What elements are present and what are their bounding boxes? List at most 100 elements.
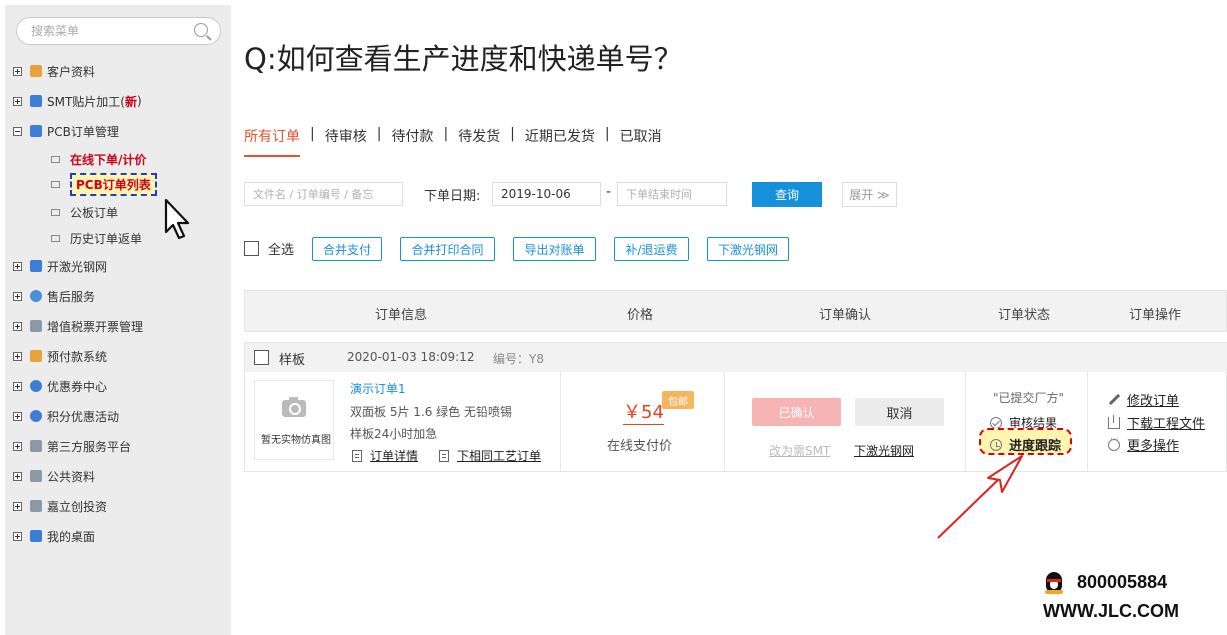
sidebar-item-label: 预付款系统 (47, 349, 108, 364)
expand-icon[interactable] (13, 501, 22, 511)
tab-recently-shipped[interactable]: 近期已发货 (525, 126, 595, 157)
menu-search-box[interactable] (16, 17, 221, 45)
more-icon (1108, 435, 1120, 451)
tab-cancelled[interactable]: 已取消 (620, 126, 662, 157)
sidebar-item-third-party[interactable]: 第三方服务平台 (13, 437, 131, 455)
sidebar-item-desktop[interactable]: 我的桌面 (13, 527, 95, 545)
sidebar-item-prepay[interactable]: 预付款系统 (13, 347, 107, 365)
search-icon[interactable] (194, 23, 208, 37)
sidebar-item-coupon[interactable]: 优惠券中心 (13, 377, 107, 395)
sidebar-item-invoice[interactable]: 增值税票开票管理 (13, 317, 143, 335)
keyword-search-input[interactable]: 文件名 / 订单编号 / 备忘 (244, 182, 403, 206)
page-title: Q:如何查看生产进度和快递单号？ (244, 42, 683, 76)
sub-item-label: 公板订单 (70, 205, 119, 220)
tab-pending-review[interactable]: 待审核 (325, 126, 367, 157)
expand-icon[interactable] (13, 411, 22, 421)
edit-order-link[interactable]: 修改订单 (1108, 390, 1179, 409)
sidebar-item-public-data[interactable]: 公共资料 (13, 467, 95, 485)
expand-icon[interactable] (13, 261, 22, 271)
payment-method: 在线支付价 (607, 439, 673, 454)
download-files-link[interactable]: 下载工程文件 (1108, 413, 1205, 432)
sidebar-item-pcb-orders[interactable]: PCB订单管理 (13, 122, 119, 140)
column-order-status: 订单状态 (998, 308, 1051, 323)
sidebar-item-points[interactable]: 积分优惠活动 (13, 407, 119, 425)
expand-icon[interactable] (13, 381, 22, 391)
doc-icon (30, 320, 42, 332)
more-actions-link[interactable]: 更多操作 (1108, 435, 1179, 454)
document-icon (439, 450, 449, 462)
sub-item-icon (51, 208, 60, 216)
sidebar-item-label: 第三方服务平台 (47, 439, 132, 454)
check-circle-icon (990, 416, 1002, 429)
select-all-label: 全选 (268, 243, 295, 258)
sidebar-item-label: 开激光钢网 (47, 259, 108, 274)
merge-pay-button[interactable]: 合并支付 (312, 237, 382, 261)
new-badge: 新 (124, 94, 137, 109)
expand-icon[interactable] (13, 321, 22, 331)
expand-icon[interactable] (13, 291, 22, 301)
sidebar-item-label: 增值税票开票管理 (47, 319, 144, 334)
expand-icon[interactable] (13, 441, 22, 451)
tab-pending-payment[interactable]: 待付款 (391, 126, 433, 157)
confirmed-button: 已确认 (752, 398, 841, 426)
board-icon (30, 95, 42, 107)
sub-item-online-order[interactable]: 在线下单/计价 (51, 151, 146, 167)
laser-stencil-button[interactable]: 下激光钢网 (707, 237, 789, 261)
expand-icon[interactable] (13, 471, 22, 481)
expand-filters-button[interactable]: 展开 ≫ (842, 182, 897, 207)
expand-icon[interactable] (13, 66, 22, 76)
sidebar-item-label: SMT贴片加工( (47, 94, 125, 109)
expand-icon[interactable] (13, 351, 22, 361)
order-row-header: 样板 2020-01-03 18:09:12 编号：Y8 (245, 343, 1227, 372)
export-statement-button[interactable]: 导出对账单 (513, 237, 596, 261)
user-icon (30, 65, 42, 77)
tab-pending-shipment[interactable]: 待发货 (458, 126, 500, 157)
order-detail-link[interactable]: 订单详情 (352, 447, 418, 464)
start-date-input[interactable]: 2019-10-06 (492, 182, 601, 206)
sidebar-item-invest[interactable]: 嘉立创投资 (13, 497, 107, 515)
tab-separator: | (510, 126, 515, 142)
order-spec: 双面板 5片 1.6 绿色 无铅喷锡 (350, 405, 512, 419)
chat-icon (30, 530, 42, 542)
query-button[interactable]: 查询 (752, 182, 822, 207)
tab-all-orders[interactable]: 所有订单 (244, 126, 300, 157)
website-url: WWW.JLC.COM (1043, 601, 1179, 621)
sidebar-item-label: 售后服务 (47, 289, 96, 304)
sub-item-icon (51, 155, 60, 163)
cancel-order-button[interactable]: 取消 (855, 398, 944, 426)
red-arrow-icon (937, 455, 1023, 539)
shipping-adjust-button[interactable]: 补/退运费 (614, 237, 689, 261)
select-all-checkbox[interactable] (244, 241, 259, 256)
sub-item-pcb-order-list[interactable]: PCB订单列表 (51, 172, 157, 196)
qq-penguin-icon (1043, 569, 1065, 595)
sidebar-item-stencil[interactable]: 开激光钢网 (13, 257, 107, 275)
sidebar-item-label: 我的桌面 (47, 529, 96, 544)
column-order-actions: 订单操作 (1129, 308, 1182, 323)
order-price[interactable]: ￥54 (623, 398, 664, 425)
same-process-order-link[interactable]: 下相同工艺订单 (439, 447, 541, 464)
merge-print-contract-button[interactable]: 合并打印合同 (400, 237, 495, 261)
sidebar-item-label: 公共资料 (47, 469, 96, 484)
end-date-input[interactable]: 下单结束时间 (617, 182, 727, 206)
pencil-icon (1108, 394, 1120, 406)
column-order-info: 订单信息 (375, 308, 428, 323)
sub-item-label: 历史订单返单 (70, 231, 143, 246)
laser-stencil-link[interactable]: 下激光钢网 (854, 442, 914, 459)
expand-icon[interactable] (13, 531, 22, 541)
sub-item-label: 在线下单/计价 (70, 152, 147, 167)
menu-search-input[interactable] (31, 22, 181, 40)
order-name-link[interactable]: 演示订单1 (350, 380, 406, 397)
cell-divider (1087, 372, 1088, 472)
sub-item-public-board[interactable]: 公板订单 (51, 204, 118, 220)
select-all[interactable]: 全选 (244, 239, 294, 258)
sidebar-item-customer[interactable]: 客户资料 (13, 62, 95, 80)
expand-icon[interactable] (13, 96, 22, 106)
sidebar-item-smt[interactable]: SMT贴片加工(新) (13, 92, 142, 110)
sidebar-item-after-sales[interactable]: 售后服务 (13, 287, 95, 305)
sidebar-item-label: 优惠券中心 (47, 379, 108, 394)
shield-icon (30, 380, 42, 392)
sub-item-history-reorder[interactable]: 历史订单返单 (51, 230, 142, 246)
collapse-icon[interactable] (13, 126, 22, 136)
order-checkbox[interactable] (254, 350, 269, 365)
sub-item-icon (51, 180, 60, 188)
